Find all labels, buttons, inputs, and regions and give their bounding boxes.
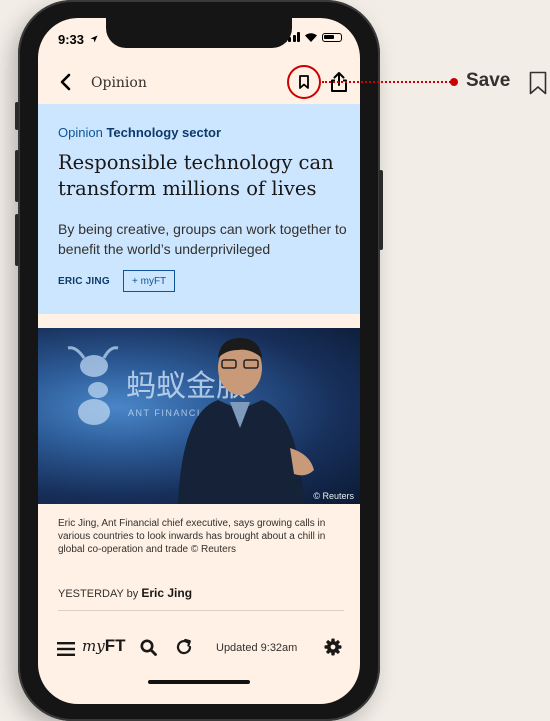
volume-up-button [15,150,19,202]
bottom-toolbar: myFT Updated 9:32am [38,628,360,668]
headline: Responsible technology can transform mil… [58,151,334,200]
refresh-icon[interactable] [175,638,193,656]
bookmark-icon [299,75,309,89]
photo-caption: Eric Jing, Ant Financial chief executive… [58,518,326,555]
article-photo: 蚂蚁金服 ANT FINANCIAL © Reuters [38,328,360,504]
wifi-icon [305,32,317,42]
photo-illustration: 蚂蚁金服 ANT FINANCIAL [67,338,314,504]
back-arrow-icon[interactable] [56,72,76,92]
save-annotation: Save [322,70,550,95]
bookmark-icon [529,71,547,95]
nav-bar: Opinion [38,62,360,104]
topic-prefix: Opinion [58,125,103,140]
location-arrow-icon [90,35,98,43]
byline-author[interactable]: Eric Jing [141,586,192,600]
topic-link[interactable]: Technology sector [106,125,221,140]
settings-gear-icon[interactable] [324,638,342,656]
article-header: Opinion Technology sector Responsible te… [38,104,360,314]
add-to-myft-button[interactable]: + myFT [123,270,176,292]
myft-logo-prefix: my [82,637,105,655]
save-label: Save [466,70,511,91]
last-updated-text: Updated 9:32am [216,642,298,654]
myft-logo-button[interactable]: myFT [82,636,125,656]
status-icons [283,32,342,42]
battery-icon [322,32,342,42]
power-button [379,170,383,250]
screen: 9:33 Opinion Opinion Technology sector R… [38,18,360,704]
save-button[interactable] [287,65,321,99]
phone-frame: 9:33 Opinion Opinion Technology sector R… [15,0,383,721]
notch [106,18,292,48]
home-indicator [148,680,250,684]
status-time: 9:33 [58,32,85,47]
author-link[interactable]: ERIC JING [58,276,110,287]
annotation-dotted-line [322,81,454,83]
myft-logo-bold: FT [104,636,126,655]
annotation-dot [450,78,458,86]
divider [58,610,344,611]
mute-switch [15,102,19,130]
byline: YESTERDAY by Eric Jing [58,586,192,600]
volume-down-button [15,214,19,266]
byline-date: YESTERDAY by [58,588,139,600]
topic-line: Opinion Technology sector [58,125,221,140]
nav-title: Opinion [91,75,147,91]
photo-credit: © Reuters [313,491,354,501]
standfirst: By being creative, groups can work toget… [58,221,347,257]
search-icon[interactable] [140,639,157,656]
menu-icon[interactable] [57,642,75,656]
